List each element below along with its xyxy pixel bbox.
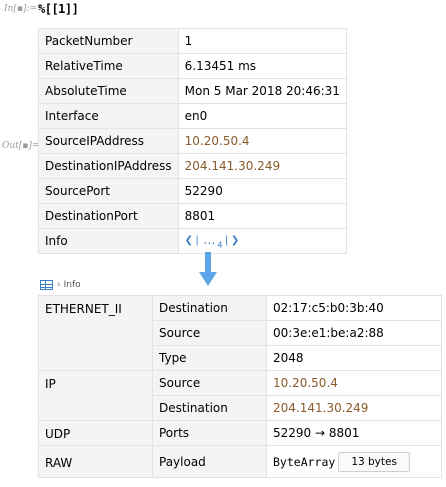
bytearray-head: ByteArray	[273, 454, 336, 469]
field-cell: Source	[152, 370, 267, 396]
table-row: SourcePort 52290	[38, 178, 347, 204]
key-cell: DestinationPort	[38, 203, 179, 229]
down-arrow-icon	[199, 252, 217, 286]
dataset-table: ETHERNET_II Destination 02:17:c5:b0:3b:4…	[38, 295, 442, 478]
table-row: PacketNumber 1	[38, 28, 347, 54]
field-cell: Destination	[152, 295, 267, 321]
group-header: ETHERNET_II	[38, 295, 153, 371]
info-elided-value[interactable]: ❮❘… 4❘❯	[177, 228, 347, 254]
field-cell: Payload	[152, 445, 267, 478]
table-row: DestinationPort 8801	[38, 203, 347, 229]
input-code[interactable]: %[[1]]	[38, 2, 79, 16]
key-cell: SourceIPAddress	[38, 128, 179, 154]
value-cell: 02:17:c5:b0:3b:40	[266, 295, 442, 321]
value-cell: 2048	[266, 345, 442, 371]
key-cell: Interface	[38, 103, 179, 129]
field-cell: Type	[152, 345, 267, 371]
field-cell: Destination	[152, 395, 267, 421]
elided-dots: …	[203, 232, 216, 247]
key-cell: SourcePort	[38, 178, 179, 204]
field-cell: Source	[152, 320, 267, 346]
table-row: AbsoluteTime Mon 5 Mar 2018 20:46:31	[38, 78, 347, 104]
key-cell: DestinationIPAddress	[38, 153, 179, 179]
breadcrumb-label[interactable]: Info	[64, 280, 81, 290]
table-row: Info ❮❘… 4❘❯	[38, 228, 347, 254]
value-cell: 52290	[177, 178, 347, 204]
table-row: RAW Payload ByteArray 13 bytes	[38, 445, 442, 478]
bytearray-size-box[interactable]: 13 bytes	[338, 451, 410, 472]
value-cell: 204.141.30.249	[177, 153, 347, 179]
output-cell-label: Out[▪]=	[2, 141, 40, 151]
value-cell: Mon 5 Mar 2018 20:46:31	[177, 78, 347, 104]
breadcrumb[interactable]: › Info	[40, 280, 81, 290]
table-icon[interactable]	[40, 280, 53, 290]
value-cell: 8801	[177, 203, 347, 229]
bytearray-summary[interactable]: ByteArray 13 bytes	[273, 451, 410, 472]
expand-left-icon[interactable]: ❮❘	[185, 235, 202, 246]
value-cell: 6.13451 ms	[177, 53, 347, 79]
value-cell: 00:3e:e1:be:a2:88	[266, 320, 442, 346]
value-cell: 1	[177, 28, 347, 54]
group-header: UDP	[38, 420, 153, 446]
table-row: IP Source 10.20.50.4	[38, 370, 442, 421]
table-row: DestinationIPAddress 204.141.30.249	[38, 153, 347, 179]
key-cell: RelativeTime	[38, 53, 179, 79]
value-cell: 10.20.50.4	[266, 370, 442, 396]
value-cell: 10.20.50.4	[177, 128, 347, 154]
group-header: IP	[38, 370, 153, 421]
table-row: UDP Ports 52290 → 8801	[38, 420, 442, 446]
field-cell: Ports	[152, 420, 267, 446]
group-header: RAW	[38, 445, 153, 478]
breadcrumb-separator: ›	[57, 280, 61, 290]
value-cell: 52290 → 8801	[266, 420, 442, 446]
table-row: Interface en0	[38, 103, 347, 129]
key-cell: PacketNumber	[38, 28, 179, 54]
table-row: ETHERNET_II Destination 02:17:c5:b0:3b:4…	[38, 295, 442, 371]
value-cell: en0	[177, 103, 347, 129]
table-row: SourceIPAddress 10.20.50.4	[38, 128, 347, 154]
input-cell-label: In[▪]:=	[4, 4, 38, 14]
value-cell: 204.141.30.249	[266, 395, 442, 421]
key-cell: AbsoluteTime	[38, 78, 179, 104]
expand-right-icon[interactable]: ❘❯	[223, 235, 240, 246]
key-cell: Info	[38, 228, 179, 254]
payload-cell: ByteArray 13 bytes	[266, 445, 442, 478]
association-table: PacketNumber 1 RelativeTime 6.13451 ms A…	[38, 28, 347, 254]
table-row: RelativeTime 6.13451 ms	[38, 53, 347, 79]
